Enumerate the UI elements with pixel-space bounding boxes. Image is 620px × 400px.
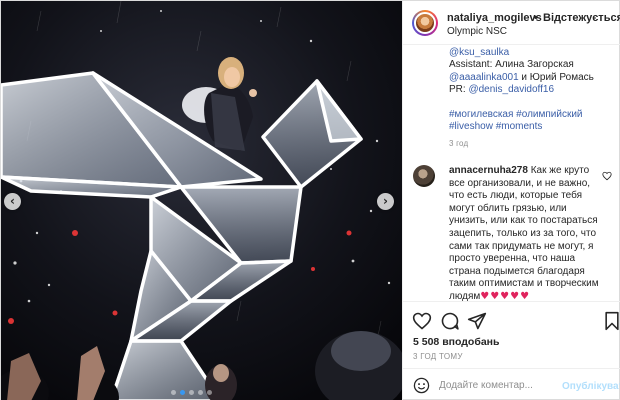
comment-text: таким оптимистам и творческим (449, 278, 599, 290)
concert-photo (1, 1, 402, 400)
post-actions: 5 508 вподобань 3 ГОД ТОМУ (403, 301, 620, 363)
header-separator: • (534, 12, 538, 24)
mention-link[interactable]: @aaaalinka001 (449, 72, 519, 83)
commenter-username[interactable]: annacernuha278 (449, 165, 528, 176)
mention-link[interactable]: @ksu_saulka (449, 47, 509, 58)
comment-text: людям (449, 290, 481, 301)
hashtag-links[interactable]: #liveshow #moments (449, 121, 542, 132)
post-location[interactable]: Olympic NSC (447, 26, 507, 37)
comment-text: что есть люди, которые тебя (449, 190, 583, 202)
chevron-right-icon: › (383, 194, 388, 208)
carousel-dot (207, 390, 212, 395)
author-username[interactable]: nataliya_mogilevs (447, 12, 542, 24)
chevron-left-icon: ‹ (10, 194, 15, 208)
carousel-indicator (171, 390, 212, 395)
post-photo[interactable]: ‹ › (1, 1, 402, 400)
comment-text: зацепить, только из за того, что (449, 227, 597, 239)
add-comment-bar: Опублікувати (403, 368, 620, 400)
post-caption: @ksu_saulka Assistant: Алина Загорская @… (449, 47, 617, 134)
comment-text: Как же круто (527, 165, 590, 176)
comment-item: annacernuha278 Как же круто все организо… (449, 165, 599, 301)
heart-icon[interactable] (412, 311, 432, 331)
author-avatar[interactable] (412, 10, 438, 36)
commenter-avatar[interactable] (413, 165, 435, 187)
caption-line: Assistant: Алина Загорская (449, 59, 574, 71)
following-button[interactable]: Відстежується (543, 12, 620, 24)
caption-timestamp[interactable]: 3 год (449, 139, 468, 148)
comment-icon[interactable] (440, 311, 460, 331)
comment-text: унизить, или как то постараться (449, 215, 598, 227)
mention-link[interactable]: @denis_davidoff16 (468, 84, 554, 95)
caption-text: PR: (449, 84, 469, 96)
heart-emojis: ♥♥♥♥♥ (480, 290, 531, 301)
comment-text: просто уверенна, что наша (449, 253, 576, 265)
caption-text: и Юрий Ромась (518, 71, 594, 83)
hashtag-links[interactable]: #могилевская #олимпийский (449, 109, 583, 120)
carousel-dot (198, 390, 203, 395)
comment-text: страна подымется благодаря (449, 265, 585, 277)
share-icon[interactable] (467, 311, 487, 331)
instagram-post: ‹ › nataliya_mogilevs • Відстежується Ol… (0, 0, 620, 400)
publish-button[interactable]: Опублікувати (562, 381, 620, 392)
comment-text: сами так придумать не могут, я (449, 240, 594, 252)
previous-photo-button[interactable]: ‹ (4, 193, 21, 210)
post-timestamp[interactable]: 3 ГОД ТОМУ (413, 352, 463, 361)
comments-section: @ksu_saulka Assistant: Алина Загорская @… (403, 45, 620, 301)
emoji-icon[interactable] (413, 377, 430, 394)
avatar-image (414, 12, 436, 34)
post-header: nataliya_mogilevs • Відстежується Olympi… (403, 1, 620, 45)
post-sidebar: nataliya_mogilevs • Відстежується Olympi… (402, 1, 620, 400)
carousel-dot (171, 390, 176, 395)
comment-text: могут облить грязью, или (449, 202, 567, 214)
comment-text: все организовали, и не важно, (449, 177, 591, 189)
carousel-dot-active (180, 390, 185, 395)
comment-like-heart-icon[interactable] (602, 171, 612, 181)
bookmark-icon[interactable] (602, 311, 620, 331)
like-count[interactable]: 5 508 вподобань (413, 336, 499, 348)
carousel-dot (189, 390, 194, 395)
next-photo-button[interactable]: › (377, 193, 394, 210)
comment-input[interactable] (439, 375, 559, 395)
